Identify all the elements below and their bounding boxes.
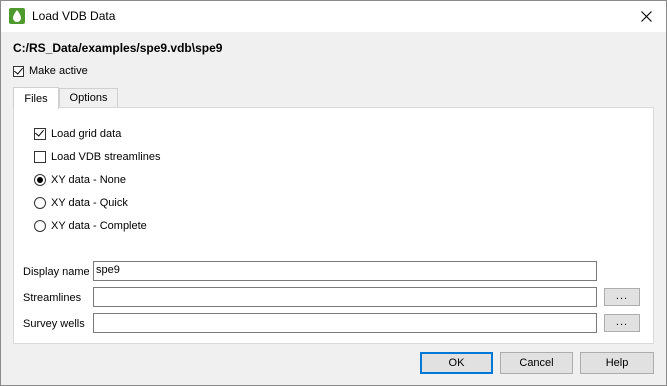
make-active-checkbox[interactable]: Make active: [13, 65, 88, 77]
help-button[interactable]: Help: [580, 352, 654, 374]
xy-data-none-radio-button[interactable]: [34, 174, 46, 186]
close-icon: [640, 11, 652, 22]
load-grid-data-checkbox[interactable]: Load grid data: [34, 128, 121, 140]
file-path-label: C:/RS_Data/examples/spe9.vdb\spe9: [13, 41, 223, 55]
load-vdb-dialog: Load VDB Data C:/RS_Data/examples/spe9.v…: [0, 0, 667, 386]
streamlines-input[interactable]: [93, 287, 597, 307]
cancel-button[interactable]: Cancel: [500, 352, 573, 374]
close-button[interactable]: [626, 1, 666, 32]
files-tab-panel: Load grid data Load VDB streamlines XY d…: [13, 107, 654, 344]
make-active-label: Make active: [29, 65, 88, 77]
display-name-input[interactable]: spe9: [93, 261, 597, 281]
xy-data-quick-label: XY data - Quick: [51, 197, 128, 209]
xy-data-complete-radio[interactable]: XY data - Complete: [34, 220, 147, 232]
tab-files-label: Files: [24, 92, 48, 105]
load-vdb-streamlines-check-box[interactable]: [34, 151, 46, 163]
ok-button[interactable]: OK: [420, 352, 493, 374]
make-active-check-box[interactable]: [13, 65, 24, 77]
tab-options-label: Options: [69, 92, 108, 104]
tab-files[interactable]: Files: [13, 87, 59, 109]
xy-data-none-radio[interactable]: XY data - None: [34, 174, 126, 186]
title-bar: Load VDB Data: [1, 1, 666, 32]
xy-data-complete-radio-button[interactable]: [34, 220, 46, 232]
xy-data-complete-label: XY data - Complete: [51, 220, 147, 232]
display-name-label: Display name: [23, 266, 90, 278]
xy-data-none-label: XY data - None: [51, 174, 127, 186]
load-grid-data-check-box[interactable]: [34, 128, 46, 140]
streamlines-label: Streamlines: [23, 292, 82, 304]
xy-data-quick-radio[interactable]: XY data - Quick: [34, 197, 128, 209]
tab-options[interactable]: Options: [59, 88, 118, 108]
window-title: Load VDB Data: [32, 9, 116, 23]
load-vdb-streamlines-checkbox[interactable]: Load VDB streamlines: [34, 151, 160, 163]
load-grid-data-label: Load grid data: [51, 128, 122, 140]
app-logo-icon: [9, 8, 25, 24]
survey-wells-label: Survey wells: [23, 318, 85, 330]
survey-wells-browse-button[interactable]: ...: [604, 314, 640, 332]
load-vdb-streamlines-label: Load VDB streamlines: [51, 151, 161, 163]
xy-data-quick-radio-button[interactable]: [34, 197, 46, 209]
survey-wells-input[interactable]: [93, 313, 597, 333]
streamlines-browse-button[interactable]: ...: [604, 288, 640, 306]
